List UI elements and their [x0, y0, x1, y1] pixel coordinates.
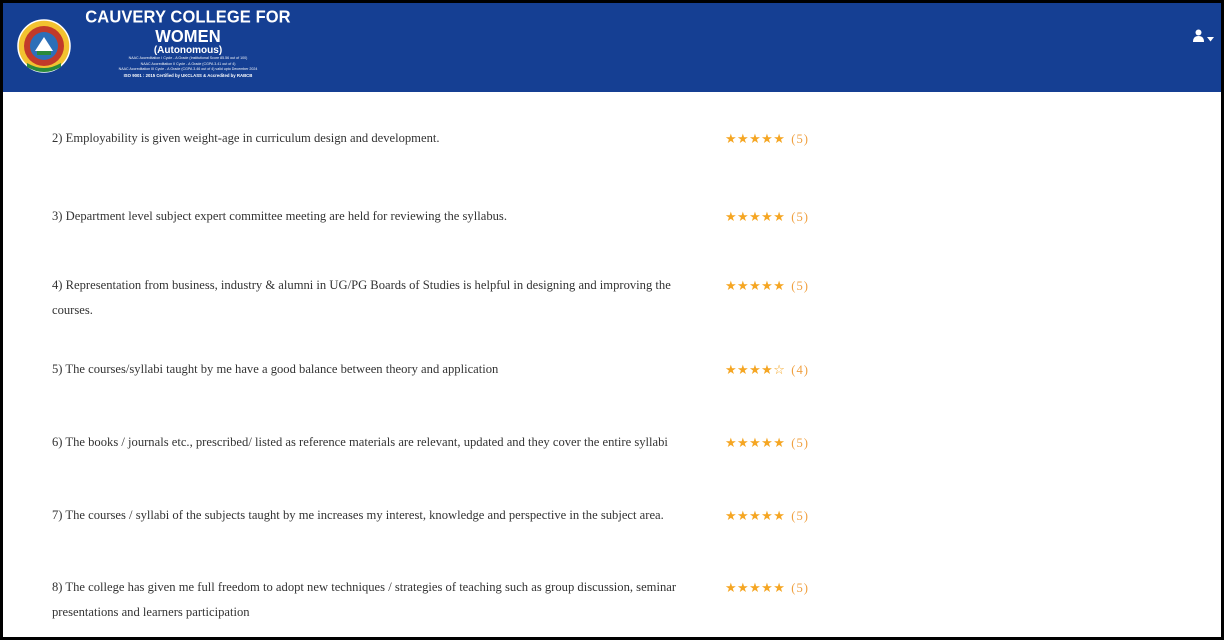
question-text: 8) The college has given me full freedom…: [52, 580, 677, 619]
top-navbar: CAUVERY COLLEGE FOR WOMEN (Autonomous) N…: [3, 3, 1221, 92]
question-text: 6) The books / journals etc., prescribed…: [52, 435, 668, 449]
rating-score: (5): [791, 581, 809, 595]
iso-certification: ISO 9001 : 2015 Certified by UKCLASS & A…: [123, 72, 253, 78]
question-text: 3) Department level subject expert commi…: [52, 209, 507, 223]
user-menu-toggle[interactable]: [1193, 29, 1214, 47]
rating-score: (5): [791, 132, 809, 146]
caret-down-icon: [1207, 29, 1214, 47]
rating-score: (5): [791, 279, 809, 293]
rating-stars: ★★★★★: [725, 279, 786, 294]
college-name: CAUVERY COLLEGE FOR WOMEN: [85, 7, 291, 47]
rating-score: (5): [791, 210, 809, 224]
rating-stars: ★★★★★: [725, 581, 786, 596]
accreditation-line: NAAC Accreditation III Cycle - A Grade (…: [118, 67, 258, 72]
question-text: 4) Representation from business, industr…: [52, 278, 671, 317]
rating-score: (5): [791, 509, 809, 523]
rating-stars: ★★★★★: [725, 509, 786, 524]
rating-score: (4): [791, 363, 809, 377]
rating-stars: ★★★★★: [725, 132, 786, 147]
user-icon: [1193, 29, 1204, 47]
question-text: 2) Employability is given weight-age in …: [52, 131, 440, 145]
college-logo: [17, 11, 71, 81]
question-text: 7) The courses / syllabi of the subjects…: [52, 508, 664, 522]
star-rating: ★★★★☆ (4): [725, 363, 809, 378]
star-rating: ★★★★★ (5): [725, 210, 809, 225]
question-text: 5) The courses/syllabi taught by me have…: [52, 362, 499, 376]
star-rating: ★★★★★ (5): [725, 132, 809, 147]
rating-stars: ★★★★★: [725, 210, 786, 225]
college-subtitle: (Autonomous): [153, 45, 223, 56]
rating-stars: ★★★★☆: [725, 363, 786, 378]
rating-stars: ★★★★★: [725, 436, 786, 451]
star-rating: ★★★★★ (5): [725, 509, 809, 524]
star-rating: ★★★★★ (5): [725, 581, 809, 596]
college-brand: CAUVERY COLLEGE FOR WOMEN (Autonomous) N…: [78, 7, 298, 79]
rating-score: (5): [791, 436, 809, 450]
star-rating: ★★★★★ (5): [725, 436, 809, 451]
star-rating: ★★★★★ (5): [725, 279, 809, 294]
